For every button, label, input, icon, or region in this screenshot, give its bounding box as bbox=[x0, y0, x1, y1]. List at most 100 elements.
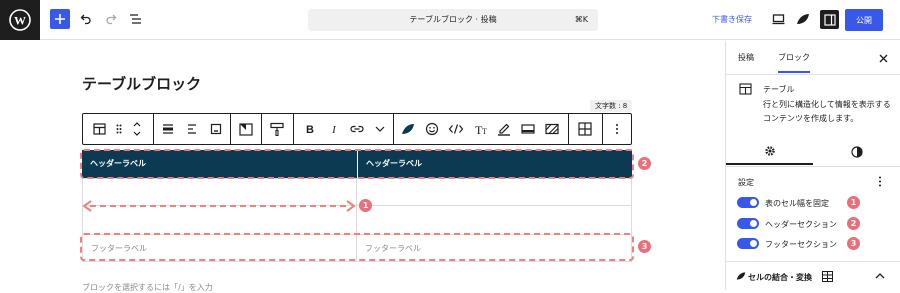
plus-icon bbox=[55, 14, 65, 24]
emoji-button[interactable] bbox=[420, 114, 444, 144]
block-appender-hint[interactable]: ブロックを選択するには「/」を入力 bbox=[82, 282, 213, 293]
header-section-label: ヘッダーセクション bbox=[765, 220, 837, 229]
code-icon bbox=[448, 124, 464, 134]
drag-icon bbox=[116, 124, 122, 134]
plugin-button[interactable] bbox=[795, 11, 811, 27]
cell-background-button[interactable] bbox=[516, 114, 540, 144]
command-palette-bar[interactable]: テーブルブロック · 投稿 ⌘K bbox=[308, 9, 598, 31]
link-icon bbox=[350, 125, 364, 133]
inline-code-button[interactable] bbox=[444, 114, 468, 144]
smiley-icon bbox=[425, 122, 439, 136]
annotation-marker: 2 bbox=[638, 157, 651, 170]
footer-highlight-outline bbox=[80, 233, 634, 261]
tab-styles[interactable] bbox=[813, 138, 900, 165]
edit-table-button[interactable] bbox=[571, 114, 599, 144]
header-highlight-outline bbox=[80, 149, 634, 179]
toolbar-divider bbox=[153, 114, 154, 144]
svg-text:W: W bbox=[14, 14, 26, 28]
change-alignment-button[interactable] bbox=[156, 114, 180, 144]
leaf-icon bbox=[736, 272, 746, 280]
merge-section-title[interactable]: セルの結合・変換 bbox=[748, 272, 812, 283]
table-style-button[interactable] bbox=[233, 114, 259, 144]
paint-roller-icon bbox=[270, 122, 284, 136]
block-type-button[interactable] bbox=[85, 114, 113, 144]
border-icon bbox=[521, 124, 535, 134]
table-style-icon bbox=[239, 122, 253, 136]
leaf-icon bbox=[402, 124, 414, 134]
leaf-icon bbox=[797, 14, 809, 24]
more-vertical-icon bbox=[879, 176, 881, 186]
block-toolbar: B I TT bbox=[82, 113, 632, 145]
table-body-cell[interactable] bbox=[356, 178, 632, 206]
list-view-icon bbox=[129, 14, 141, 24]
chevron-up-down-icon bbox=[133, 122, 141, 136]
chevron-up-icon bbox=[875, 273, 885, 279]
page-title[interactable]: テーブルブロック bbox=[82, 73, 201, 94]
italic-button[interactable]: I bbox=[323, 114, 345, 144]
shortcut-hint: ⌘K bbox=[574, 15, 588, 24]
cell-format-button[interactable] bbox=[264, 114, 290, 144]
plugin-format-button[interactable] bbox=[396, 114, 420, 144]
annotation-marker: 2 bbox=[847, 217, 860, 230]
more-vertical-icon bbox=[616, 124, 618, 134]
close-icon bbox=[879, 54, 887, 62]
undo-icon bbox=[80, 14, 91, 25]
bold-button[interactable]: B bbox=[299, 114, 321, 144]
settings-sidebar-toggle[interactable] bbox=[820, 10, 839, 29]
desktop-icon bbox=[772, 13, 784, 24]
font-size-button[interactable]: TT bbox=[468, 114, 492, 144]
marker-icon bbox=[498, 123, 510, 136]
block-name: テーブル bbox=[763, 85, 795, 94]
divider bbox=[726, 166, 900, 167]
editor-top-bar: W テーブルブロック · 投稿 ⌘K 下書き保存 公開 bbox=[0, 0, 900, 40]
more-formatting-button[interactable] bbox=[369, 114, 391, 144]
publish-button[interactable]: 公開 bbox=[845, 9, 883, 31]
undo-button[interactable] bbox=[78, 11, 94, 27]
merge-section-icon bbox=[735, 270, 747, 282]
document-title: テーブルブロック · 投稿 bbox=[409, 15, 497, 24]
block-description: 行と列に構造化して情報を表示するコンテンツを作成します。 bbox=[763, 100, 891, 123]
vertical-align-button[interactable] bbox=[204, 114, 228, 144]
bold-icon: B bbox=[306, 124, 314, 135]
toolbar-divider bbox=[568, 114, 569, 144]
wordpress-logo-button[interactable]: W bbox=[0, 0, 40, 40]
move-up-down-button[interactable] bbox=[128, 114, 146, 144]
block-icon bbox=[738, 82, 752, 96]
footer-section-toggle[interactable] bbox=[737, 238, 759, 249]
gear-icon bbox=[764, 145, 775, 156]
redo-button[interactable] bbox=[103, 11, 119, 27]
header-section-toggle[interactable] bbox=[737, 218, 759, 229]
settings-options-button[interactable] bbox=[874, 174, 886, 188]
collapse-panel-button[interactable] bbox=[874, 270, 886, 282]
wordpress-icon: W bbox=[9, 9, 31, 31]
tab-settings[interactable] bbox=[726, 138, 813, 165]
link-button[interactable] bbox=[345, 114, 369, 144]
close-sidebar-button[interactable] bbox=[876, 51, 890, 65]
divider bbox=[726, 74, 900, 75]
table-body-cell[interactable] bbox=[356, 205, 632, 235]
toolbar-divider bbox=[393, 114, 394, 144]
preview-button[interactable] bbox=[770, 11, 786, 27]
highlight-button[interactable] bbox=[492, 114, 516, 144]
cell-pattern-button[interactable] bbox=[540, 114, 564, 144]
options-button[interactable] bbox=[605, 114, 629, 144]
svg-text:I: I bbox=[331, 124, 337, 135]
settings-sidebar: 投稿 ブロック テーブル 行と列に構造化して情報を表示するコンテンツを作成します… bbox=[725, 41, 900, 290]
text-align-button[interactable] bbox=[180, 114, 204, 144]
tab-block[interactable]: ブロック bbox=[778, 41, 810, 73]
contrast-icon bbox=[850, 145, 863, 158]
tab-post[interactable]: 投稿 bbox=[738, 41, 754, 74]
save-draft-button[interactable]: 下書き保存 bbox=[712, 14, 752, 25]
annotation-marker: 1 bbox=[847, 196, 860, 209]
fixed-width-label: 表のセル幅を固定 bbox=[765, 199, 829, 208]
drag-handle[interactable] bbox=[111, 114, 127, 144]
align-wide-icon bbox=[163, 124, 173, 134]
toolbar-divider bbox=[293, 114, 294, 144]
hatch-icon bbox=[545, 123, 559, 135]
add-block-button[interactable] bbox=[50, 9, 70, 29]
align-bottom-icon bbox=[210, 123, 222, 135]
fixed-width-toggle[interactable] bbox=[737, 197, 759, 208]
document-overview-button[interactable] bbox=[127, 11, 143, 27]
toolbar-divider bbox=[230, 114, 231, 144]
italic-icon: I bbox=[331, 124, 337, 135]
